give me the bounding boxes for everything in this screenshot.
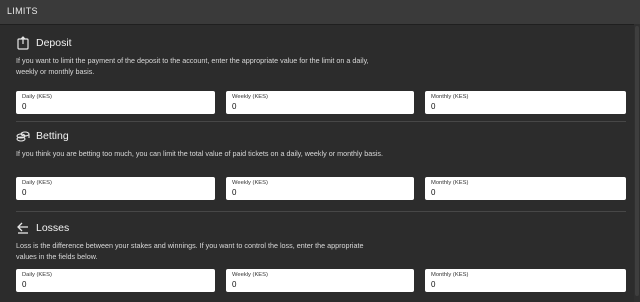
field-label: Daily (KES) xyxy=(22,272,52,278)
betting-description: If you think you are betting too much, y… xyxy=(16,149,384,158)
deposit-description: If you want to limit the payment of the … xyxy=(16,56,369,76)
section-divider xyxy=(16,211,626,212)
field-label: Monthly (KES) xyxy=(431,94,469,100)
deposit-daily-field[interactable]: Daily (KES) 0 xyxy=(16,91,215,114)
field-value[interactable]: 0 xyxy=(232,102,236,111)
deposit-monthly-field[interactable]: Monthly (KES) 0 xyxy=(425,91,626,114)
losses-arrow-icon xyxy=(16,221,30,235)
betting-heading: Betting xyxy=(16,128,69,144)
limits-panel: Deposit If you want to limit the payment… xyxy=(0,25,634,302)
betting-title: Betting xyxy=(36,130,69,142)
field-value[interactable]: 0 xyxy=(431,102,435,111)
field-value[interactable]: 0 xyxy=(232,188,236,197)
coins-icon xyxy=(16,129,30,143)
deposit-heading: Deposit xyxy=(16,35,72,51)
field-value[interactable]: 0 xyxy=(232,280,236,289)
field-label: Monthly (KES) xyxy=(431,180,469,186)
losses-title: Losses xyxy=(36,222,70,234)
field-value[interactable]: 0 xyxy=(22,280,26,289)
page-title: LIMITS xyxy=(7,6,38,16)
limits-header-bar: LIMITS xyxy=(0,0,640,25)
deposit-box-icon xyxy=(16,36,30,50)
losses-monthly-field[interactable]: Monthly (KES) 0 xyxy=(425,269,626,292)
deposit-weekly-field[interactable]: Weekly (KES) 0 xyxy=(226,91,414,114)
field-value[interactable]: 0 xyxy=(22,102,26,111)
betting-weekly-field[interactable]: Weekly (KES) 0 xyxy=(226,177,414,200)
deposit-title: Deposit xyxy=(36,37,72,49)
field-label: Monthly (KES) xyxy=(431,272,469,278)
betting-daily-field[interactable]: Daily (KES) 0 xyxy=(16,177,215,200)
scrollbar-thumb[interactable] xyxy=(635,26,639,296)
betting-monthly-field[interactable]: Monthly (KES) 0 xyxy=(425,177,626,200)
field-label: Weekly (KES) xyxy=(232,180,268,186)
field-value[interactable]: 0 xyxy=(431,280,435,289)
losses-daily-field[interactable]: Daily (KES) 0 xyxy=(16,269,215,292)
losses-description: Loss is the difference between your stak… xyxy=(16,241,364,261)
section-divider xyxy=(16,121,626,122)
field-label: Weekly (KES) xyxy=(232,272,268,278)
losses-heading: Losses xyxy=(16,220,69,236)
losses-weekly-field[interactable]: Weekly (KES) 0 xyxy=(226,269,414,292)
field-value[interactable]: 0 xyxy=(431,188,435,197)
field-label: Weekly (KES) xyxy=(232,94,268,100)
field-value[interactable]: 0 xyxy=(22,188,26,197)
field-label: Daily (KES) xyxy=(22,94,52,100)
field-label: Daily (KES) xyxy=(22,180,52,186)
